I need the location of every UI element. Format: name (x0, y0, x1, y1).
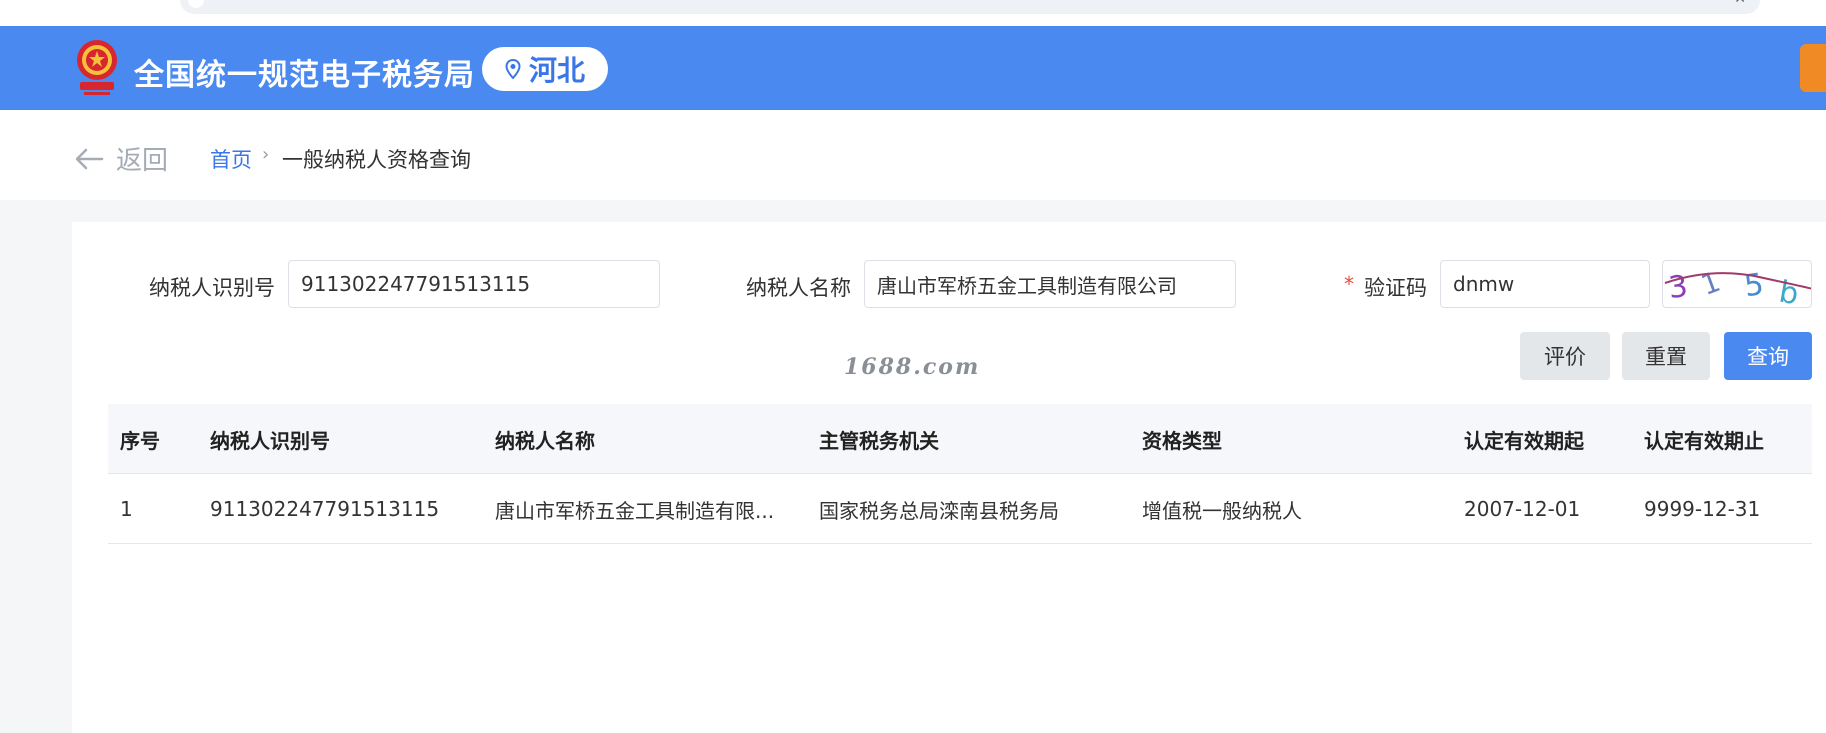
result-table: 序号 纳税人识别号 纳税人名称 主管税务机关 资格类型 认定有效期起 认定有效期… (108, 404, 1812, 544)
row-taxpayer-name: 唐山市军桥五金工具制造有限... (495, 498, 775, 523)
address-clear-icon[interactable]: ✕ (1734, 0, 1746, 6)
row-index: 1 (120, 497, 133, 521)
location-pin-icon (505, 59, 521, 79)
breadcrumb-bar: 返回 首页 › 一般纳税人资格查询 (0, 110, 1826, 200)
captcha-input[interactable] (1440, 260, 1650, 308)
column-header: 纳税人识别号 (210, 428, 330, 453)
site-title: 全国统一规范电子税务局 (134, 58, 475, 93)
breadcrumb-home-link[interactable]: 首页 (210, 144, 252, 174)
row-taxpayer-id: 911302247791513115 (210, 497, 440, 521)
query-button[interactable]: 查询 (1724, 332, 1812, 380)
column-header: 认定有效期起 (1464, 428, 1584, 453)
captcha-char-1: 3 (1667, 269, 1690, 306)
column-header: 资格类型 (1142, 428, 1222, 453)
required-mark: * (1344, 272, 1354, 296)
table-header: 序号 纳税人识别号 纳税人名称 主管税务机关 资格类型 认定有效期起 认定有效期… (108, 404, 1812, 474)
watermark: 1688.com (844, 354, 981, 380)
breadcrumb-current: 一般纳税人资格查询 (282, 148, 471, 172)
taxpayer-id-label: 纳税人识别号 (149, 276, 275, 300)
captcha-char-2: 1 (1697, 265, 1725, 302)
reset-button[interactable]: 重置 (1622, 332, 1710, 380)
row-tax-authority: 国家税务总局滦南县税务局 (819, 498, 1059, 523)
column-header: 纳税人名称 (495, 428, 595, 453)
browser-strip: ✕ (0, 0, 1826, 26)
taxpayer-name-input[interactable] (864, 260, 1236, 308)
column-header: 序号 (120, 428, 160, 453)
taxpayer-name-label: 纳税人名称 (746, 276, 851, 300)
back-button[interactable]: 返回 (74, 140, 168, 177)
row-valid-from: 2007-12-01 (1464, 497, 1581, 521)
header-action-button[interactable] (1800, 44, 1826, 92)
column-header: 认定有效期止 (1644, 428, 1764, 453)
row-valid-to: 9999-12-31 (1644, 497, 1761, 521)
captcha-image[interactable]: 3 1 5 b (1662, 260, 1812, 308)
region-label: 河北 (528, 54, 585, 87)
captcha-char-4: b (1776, 275, 1801, 308)
evaluate-button[interactable]: 评价 (1520, 332, 1610, 380)
query-card: 纳税人识别号 纳税人名称 * 验证码 3 1 5 b 评价 重置 查询 1688… (72, 222, 1826, 733)
column-header: 主管税务机关 (819, 428, 939, 453)
row-qualification-type: 增值税一般纳税人 (1142, 498, 1302, 523)
taxpayer-id-input[interactable] (288, 260, 660, 308)
table-row[interactable]: 1 911302247791513115 唐山市军桥五金工具制造有限... 国家… (108, 474, 1812, 544)
address-bar[interactable]: ✕ (180, 0, 1760, 14)
captcha-label: 验证码 (1364, 276, 1427, 300)
breadcrumb-separator-icon: › (262, 144, 270, 165)
site-header: 全国统一规范电子税务局 河北 (0, 26, 1826, 110)
address-bar-icon (188, 0, 204, 8)
arrow-left-icon (75, 148, 104, 169)
back-label: 返回 (116, 146, 169, 176)
tax-emblem-icon (77, 40, 117, 95)
region-selector[interactable]: 河北 (482, 47, 608, 91)
captcha-char-3: 5 (1742, 267, 1766, 304)
